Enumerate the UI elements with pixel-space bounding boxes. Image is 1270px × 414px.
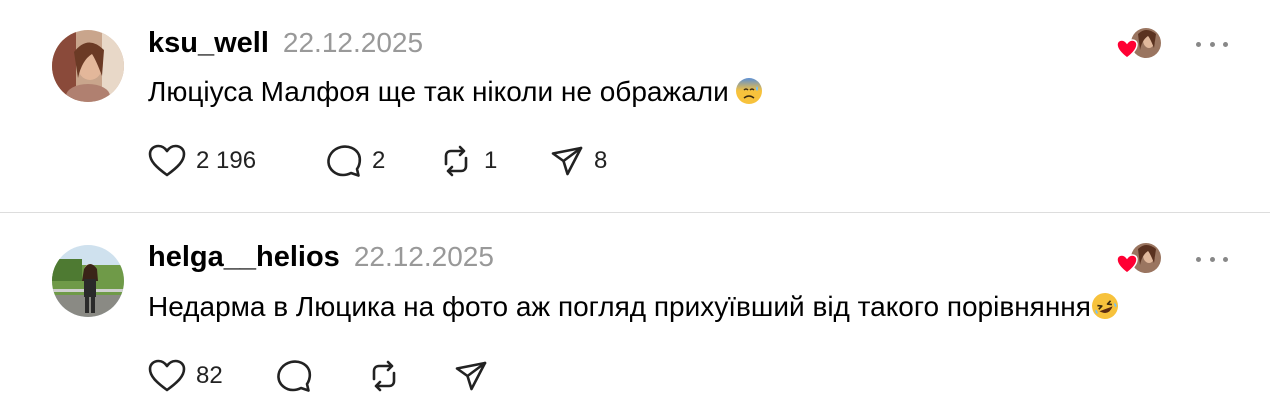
repost-arrows-icon	[372, 360, 396, 392]
speech-bubble-icon	[327, 145, 362, 177]
repost-arrows-icon	[444, 145, 468, 177]
liked-by-author[interactable]	[1116, 241, 1164, 275]
like-count: 2 196	[196, 147, 257, 174]
paper-plane-icon	[551, 146, 583, 176]
like-button[interactable]: 82	[148, 359, 276, 393]
post-ksu-well: ksu_well 22.12.2025 Люціуса Малфоя ще та…	[0, 0, 1270, 212]
repost-count: 1	[484, 147, 498, 174]
share-button[interactable]: 8	[550, 144, 607, 178]
post-header: ksu_well 22.12.2025	[148, 27, 423, 60]
post-actions: 82	[148, 359, 498, 393]
avatar[interactable]	[52, 245, 124, 317]
share-button[interactable]	[454, 359, 498, 393]
comment-button[interactable]: 2	[326, 144, 438, 178]
share-count: 8	[594, 147, 608, 174]
comment-count: 2	[372, 147, 386, 174]
post-date[interactable]: 22.12.2025	[283, 27, 423, 59]
anxious-face-with-sweat-emoji	[735, 78, 762, 104]
liked-by-author[interactable]	[1116, 26, 1164, 60]
post-helga-helios: helga__helios 22.12.2025 Недарма в Люцик…	[0, 213, 1270, 414]
heart-filled-icon	[1116, 39, 1138, 59]
speech-bubble-icon	[277, 360, 312, 392]
comment-button[interactable]	[276, 359, 366, 393]
repost-button[interactable]: 1	[438, 144, 550, 178]
heart-outline-icon	[148, 144, 186, 177]
post-actions: 2 196 2 1 8	[148, 144, 607, 178]
more-dots-icon[interactable]	[1196, 36, 1228, 52]
post-text: Люціуса Малфоя ще так ніколи не ображали	[148, 76, 763, 108]
post-text: Недарма в Люцика на фото аж погляд приху…	[148, 291, 1119, 323]
post-date[interactable]: 22.12.2025	[354, 241, 494, 273]
post-header: helga__helios 22.12.2025	[148, 241, 494, 274]
heart-outline-icon	[148, 359, 186, 392]
rolling-on-floor-laughing-emoji	[1091, 293, 1118, 319]
paper-plane-icon	[455, 361, 487, 391]
post-text-content: Люціуса Малфоя ще так ніколи не ображали	[148, 76, 729, 107]
avatar[interactable]	[52, 30, 124, 102]
post-text-content: Недарма в Люцика на фото аж погляд приху…	[148, 291, 1091, 322]
like-count: 82	[196, 362, 223, 389]
repost-button[interactable]	[366, 359, 454, 393]
more-dots-icon[interactable]	[1196, 251, 1228, 267]
username[interactable]: ksu_well	[148, 27, 269, 60]
heart-filled-icon	[1116, 254, 1138, 274]
username[interactable]: helga__helios	[148, 241, 340, 274]
like-button[interactable]: 2 196	[148, 144, 278, 178]
